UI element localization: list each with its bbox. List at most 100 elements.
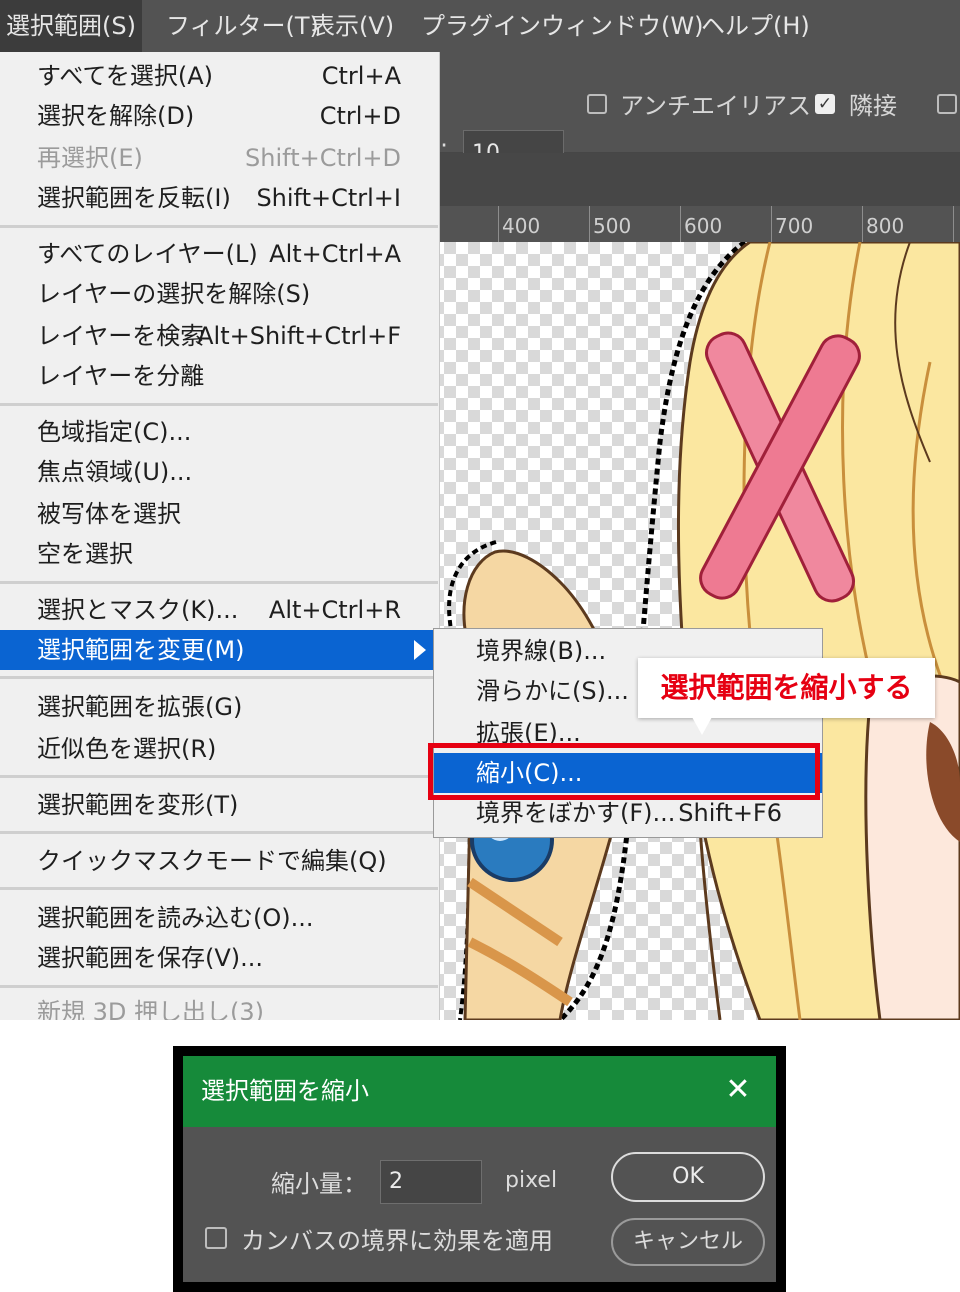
sample-all-layers-checkbox[interactable] <box>937 94 957 114</box>
menu-item-label: 空を選択 <box>37 540 133 568</box>
dialog-body: 選択範囲を縮小 ✕ 縮小量： 2 pixel OK キャンセル カンバスの境界に… <box>183 1056 776 1282</box>
ruler-label: 400 <box>502 214 541 238</box>
contract-selection-dialog: 選択範囲を縮小 ✕ 縮小量： 2 pixel OK キャンセル カンバスの境界に… <box>173 1046 786 1292</box>
menu-separator <box>0 831 438 834</box>
menubar-help[interactable]: ヘルプ(H) <box>695 0 816 52</box>
menubar-view[interactable]: 表示(V) <box>305 0 400 52</box>
menu-item-label: 選択範囲を読み込む(O)... <box>37 904 314 932</box>
menu-item-label: 選択範囲を保存(V)... <box>37 944 264 972</box>
ruler-tick <box>953 206 954 242</box>
menu-item-shortcut: Alt+Ctrl+A <box>269 240 401 268</box>
menubar-window[interactable]: ウィンドウ(W) <box>535 0 709 52</box>
ruler-tick <box>771 206 772 242</box>
menu-item-label: すべてのレイヤー(L) <box>37 240 258 268</box>
menu-item-reselect: 再選択(E) Shift+Ctrl+D <box>0 138 438 178</box>
menu-item-select-all[interactable]: すべてを選択(A) Ctrl+A <box>0 56 438 96</box>
menubar-filter[interactable]: フィルター(T) <box>160 0 325 52</box>
menu-item-label: 被写体を選択 <box>37 500 181 528</box>
menu-separator <box>0 985 438 988</box>
menu-item-similar[interactable]: 近似色を選択(R) <box>0 729 438 769</box>
unit-label: pixel <box>505 1168 558 1193</box>
menu-item-focus-area[interactable]: 焦点領域(U)... <box>0 452 438 492</box>
callout-text: 選択範囲を縮小する <box>660 671 913 704</box>
ruler-label: 700 <box>775 214 814 238</box>
menu-separator <box>0 775 438 778</box>
contiguous-label: 隣接 <box>849 92 897 120</box>
ruler-tick <box>498 206 499 242</box>
menu-item-label: レイヤーの選択を解除(S) <box>37 280 311 308</box>
annotation-highlight-box <box>428 743 820 800</box>
callout-pointer <box>692 717 712 735</box>
menu-item-label: 再選択(E) <box>37 144 143 172</box>
ok-button[interactable]: OK <box>611 1152 765 1202</box>
menu-item-color-range[interactable]: 色域指定(C)... <box>0 412 438 452</box>
apply-canvas-bounds-checkbox[interactable] <box>205 1227 227 1249</box>
menu-bar: 選択範囲(S) フィルター(T) 表示(V) プラグイン ウィンドウ(W) ヘル… <box>0 0 960 52</box>
menu-item-label: レイヤーを検索 <box>37 322 205 350</box>
menu-item-shortcut: Alt+Shift+Ctrl+F <box>197 322 401 350</box>
menu-item-inverse[interactable]: 選択範囲を反転(I) Shift+Ctrl+I <box>0 178 438 218</box>
antialias-label: アンチエイリアス <box>620 92 812 120</box>
menubar-plugins[interactable]: プラグイン <box>415 0 547 52</box>
menu-item-modify[interactable]: 選択範囲を変更(M) <box>0 630 438 670</box>
menu-item-deselect[interactable]: 選択を解除(D) Ctrl+D <box>0 96 438 136</box>
ruler-tick <box>862 206 863 242</box>
menu-item-save-selection[interactable]: 選択範囲を保存(V)... <box>0 938 438 978</box>
menu-separator <box>0 403 438 406</box>
photoshop-screen: 選択範囲(S) フィルター(T) 表示(V) プラグイン ウィンドウ(W) ヘル… <box>0 0 960 1020</box>
menu-item-label: 焦点領域(U)... <box>37 458 193 486</box>
menu-item-shortcut: Ctrl+D <box>319 102 401 130</box>
menu-separator <box>0 887 438 890</box>
menu-item-all-layers[interactable]: すべてのレイヤー(L) Alt+Ctrl+A <box>0 234 438 274</box>
menu-item-transform-selection[interactable]: 選択範囲を変形(T) <box>0 785 438 825</box>
menu-item-label: 新規 3D 押し出し(3) <box>37 998 265 1020</box>
menu-item-label: レイヤーを分離 <box>37 362 205 390</box>
menu-item-quick-mask[interactable]: クイックマスクモードで編集(Q) <box>0 841 438 881</box>
ruler-label: 600 <box>684 214 723 238</box>
menu-item-label: 近似色を選択(R) <box>37 735 217 763</box>
menu-item-deselect-layers[interactable]: レイヤーの選択を解除(S) <box>0 274 438 314</box>
menu-item-label: 選択範囲を変形(T) <box>37 791 239 819</box>
dialog-titlebar: 選択範囲を縮小 ✕ <box>183 1056 776 1127</box>
menu-item-shortcut: Ctrl+A <box>321 62 401 90</box>
menu-item-label: 選択範囲を変更(M) <box>37 636 245 664</box>
contract-amount-label: 縮小量： <box>271 1170 367 1198</box>
menu-separator <box>0 225 438 228</box>
ruler-tick <box>589 206 590 242</box>
close-icon[interactable]: ✕ <box>718 1070 758 1110</box>
select-menu-dropdown: すべてを選択(A) Ctrl+A 選択を解除(D) Ctrl+D 再選択(E) … <box>0 52 440 1020</box>
menu-item-find-layers[interactable]: レイヤーを検索 Alt+Shift+Ctrl+F <box>0 316 438 356</box>
menu-item-label: 選択範囲を拡張(G) <box>37 693 243 721</box>
ruler-tick <box>680 206 681 242</box>
menu-separator <box>0 676 438 679</box>
menu-item-label: クイックマスクモードで編集(Q) <box>37 847 387 875</box>
menu-item-sky[interactable]: 空を選択 <box>0 534 438 574</box>
submenu-item-label: 境界線(B)... <box>476 637 607 665</box>
cancel-button[interactable]: キャンセル <box>611 1218 765 1266</box>
annotation-callout: 選択範囲を縮小する <box>638 658 935 718</box>
menubar-select[interactable]: 選択範囲(S) <box>0 0 142 52</box>
contract-amount-input[interactable]: 2 <box>380 1160 482 1204</box>
apply-canvas-bounds-label: カンバスの境界に効果を適用 <box>241 1227 553 1255</box>
menu-item-label: 色域指定(C)... <box>37 418 192 446</box>
submenu-arrow-icon <box>414 640 426 660</box>
menu-item-shortcut: Alt+Ctrl+R <box>268 596 401 624</box>
menu-item-subject[interactable]: 被写体を選択 <box>0 494 438 534</box>
ruler-label: 500 <box>593 214 632 238</box>
ruler-label: 800 <box>866 214 905 238</box>
menu-item-label: 選択を解除(D) <box>37 102 195 130</box>
contiguous-checkbox[interactable]: ✓ <box>815 94 835 114</box>
menu-item-shortcut: Shift+Ctrl+D <box>245 144 401 172</box>
antialias-checkbox[interactable] <box>587 94 607 114</box>
menu-item-label: 選択範囲を反転(I) <box>37 184 231 212</box>
menu-item-isolate-layers[interactable]: レイヤーを分離 <box>0 356 438 396</box>
menu-item-label: すべてを選択(A) <box>37 62 214 90</box>
submenu-item-label: 滑らかに(S)... <box>476 677 629 705</box>
menu-item-grow[interactable]: 選択範囲を拡張(G) <box>0 687 438 727</box>
dialog-title: 選択範囲を縮小 <box>201 1077 369 1105</box>
menu-item-select-and-mask[interactable]: 選択とマスク(K)... Alt+Ctrl+R <box>0 590 438 630</box>
menu-item-new-3d-extrusion: 新規 3D 押し出し(3) <box>0 992 438 1020</box>
menu-item-load-selection[interactable]: 選択範囲を読み込む(O)... <box>0 898 438 938</box>
menu-item-label: 選択とマスク(K)... <box>37 596 239 624</box>
menu-separator <box>0 581 438 584</box>
